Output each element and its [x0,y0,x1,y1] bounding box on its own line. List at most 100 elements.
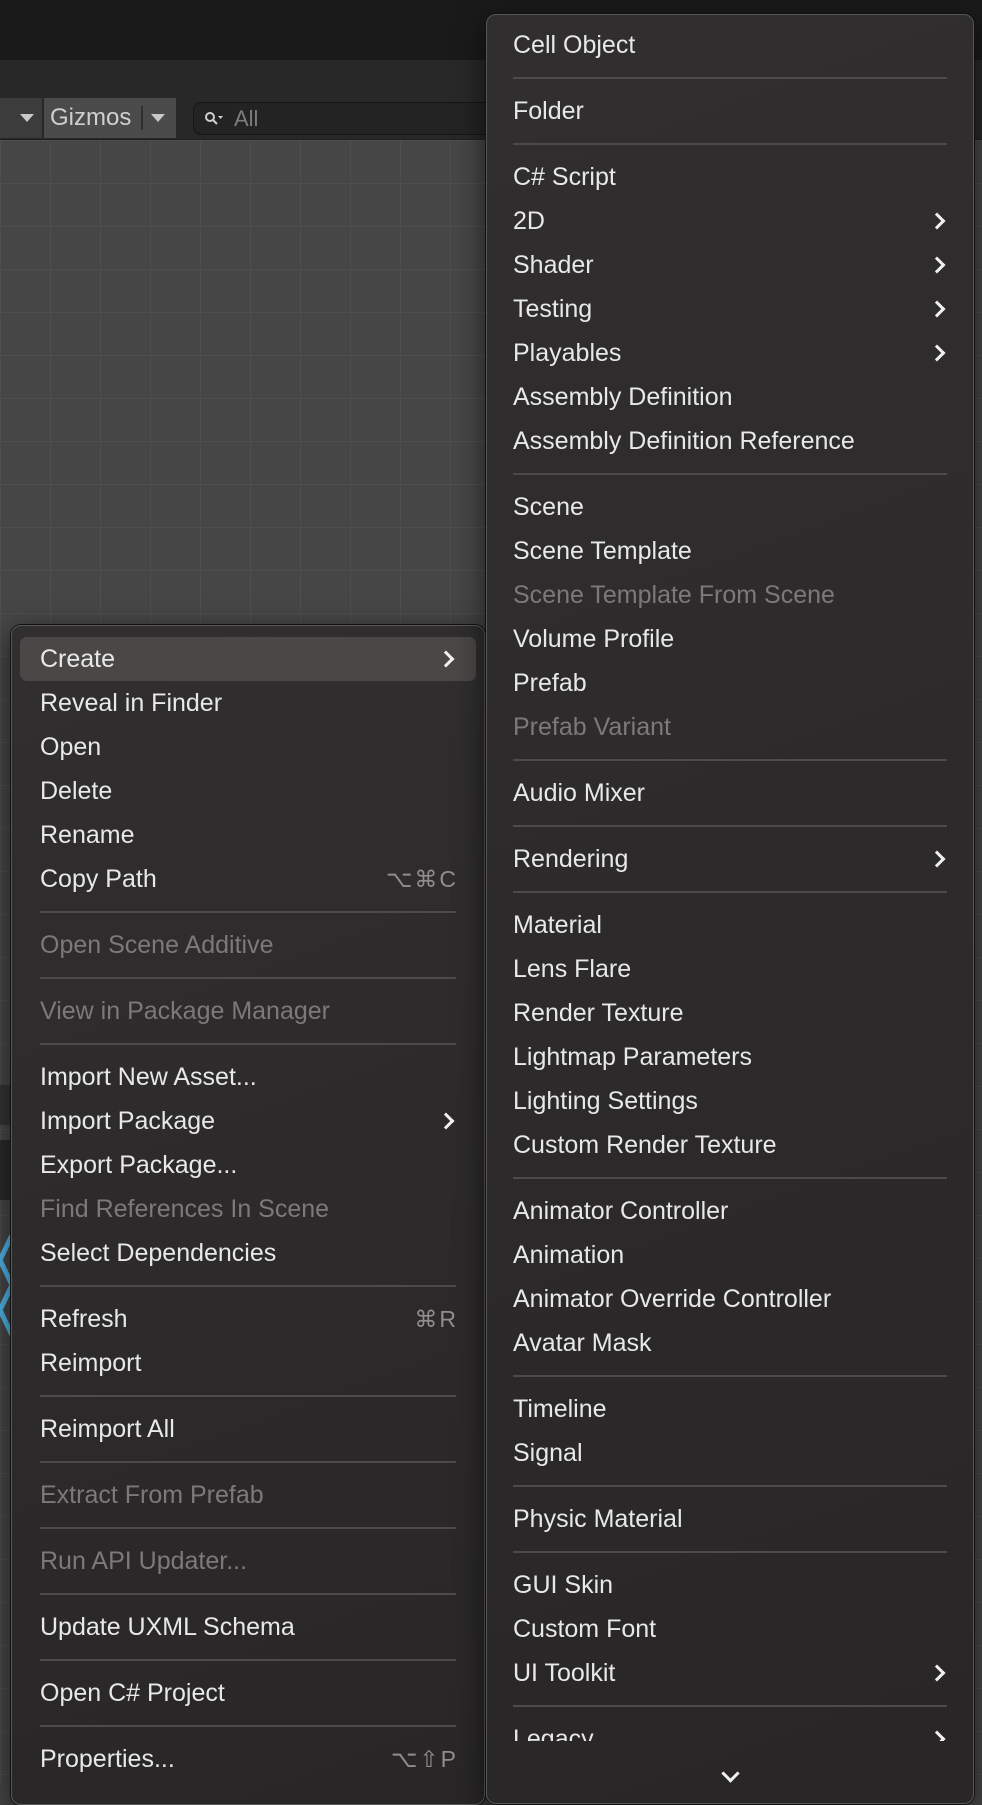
menu-item-rendering[interactable]: Rendering [495,837,965,881]
search-placeholder: All [234,105,259,131]
menu-item-scene[interactable]: Scene [495,485,965,529]
menu-item-import-new-asset[interactable]: Import New Asset... [20,1055,476,1099]
menu-item-label: Delete [40,776,113,805]
menu-item-assembly-definition-reference[interactable]: Assembly Definition Reference [495,419,965,463]
menu-separator [20,967,476,989]
menu-item-label: Avatar Mask [513,1328,652,1357]
menu-item-label: Create [40,644,116,673]
menu-item-label: Rename [40,820,135,849]
menu-item-label: Prefab Variant [513,712,671,741]
menu-item-reveal-in-finder[interactable]: Reveal in Finder [20,681,476,725]
menu-item-lens-flare[interactable]: Lens Flare [495,947,965,991]
menu-item-label: Physic Material [513,1504,683,1533]
menu-item-reimport-all[interactable]: Reimport All [20,1407,476,1451]
menu-item-ui-toolkit[interactable]: UI Toolkit [495,1651,965,1695]
menu-item-avatar-mask[interactable]: Avatar Mask [495,1321,965,1365]
menu-item-open[interactable]: Open [20,725,476,769]
menu-item-folder[interactable]: Folder [495,89,965,133]
menu-item-label: Testing [513,294,593,323]
menu-separator [495,1167,965,1189]
menu-separator [20,1517,476,1539]
menu-item-label: Animator Override Controller [513,1284,832,1313]
menu-item-timeline[interactable]: Timeline [495,1387,965,1431]
menu-item-extract-from-prefab: Extract From Prefab [20,1473,476,1517]
menu-item-prefab[interactable]: Prefab [495,661,965,705]
menu-item-scene-template[interactable]: Scene Template [495,529,965,573]
shortcut-label: ⌥⇧P [390,1745,458,1772]
menu-item-delete[interactable]: Delete [20,769,476,813]
menu-item-label: Assembly Definition Reference [513,426,855,455]
menu-item-open-c-project[interactable]: Open C# Project [20,1671,476,1715]
gizmos-button[interactable]: Gizmos [44,98,176,138]
menu-item-import-package[interactable]: Import Package [20,1099,476,1143]
menu-item-properties[interactable]: Properties... ⌥⇧P [20,1737,476,1781]
menu-item-copy-path[interactable]: Copy Path ⌥⌘C [20,857,476,901]
menu-item-gui-skin[interactable]: GUI Skin [495,1563,965,1607]
menu-item-label: Find References In Scene [40,1194,330,1223]
menu-item-animator-override-controller[interactable]: Animator Override Controller [495,1277,965,1321]
menu-separator [20,1583,476,1605]
menu-item-label: Prefab [513,668,587,697]
shortcut-label: ⌘R [414,1305,458,1332]
menu-item-reimport[interactable]: Reimport [20,1341,476,1385]
menu-separator [20,1649,476,1671]
menu-item-refresh[interactable]: Refresh ⌘R [20,1297,476,1341]
dropdown-arrow-icon[interactable] [151,114,166,122]
search-icon [205,111,223,125]
menu-item-label: Folder [513,96,584,125]
menu-item-lightmap-parameters[interactable]: Lightmap Parameters [495,1035,965,1079]
create-submenu: Cell Object Folder C# Script 2D Shader Testin… [486,14,974,1804]
menu-item-label: Material [513,910,602,939]
menu-item-update-uxml-schema[interactable]: Update UXML Schema [20,1605,476,1649]
menu-item-select-dependencies[interactable]: Select Dependencies [20,1231,476,1275]
menu-item-cell-object[interactable]: Cell Object [495,23,965,67]
menu-item-label: Scene Template [513,536,692,565]
menu-item-material[interactable]: Material [495,903,965,947]
menu-item-playables[interactable]: Playables [495,331,965,375]
search-input[interactable]: All [193,102,513,135]
shortcut-label: ⌥⌘C [385,865,458,892]
menu-item-legacy[interactable]: Legacy [495,1717,965,1741]
menu-item-create[interactable]: Create [20,637,476,681]
menu-item-animation[interactable]: Animation [495,1233,965,1277]
menu-item-label: Properties... [40,1744,175,1773]
menu-item-volume-profile[interactable]: Volume Profile [495,617,965,661]
menu-separator [495,1695,965,1717]
menu-item-open-scene-additive: Open Scene Additive [20,923,476,967]
menu-item-find-references-in-scene: Find References In Scene [20,1187,476,1231]
chevron-right-icon [437,1112,455,1130]
menu-separator [20,1451,476,1473]
menu-item-2d[interactable]: 2D [495,199,965,243]
menu-item-label: Select Dependencies [40,1238,277,1267]
menu-item-rename[interactable]: Rename [20,813,476,857]
menu-item-label: Update UXML Schema [40,1612,295,1641]
menu-item-label: Audio Mixer [513,778,645,807]
menu-item-physic-material[interactable]: Physic Material [495,1497,965,1541]
menu-item-render-texture[interactable]: Render Texture [495,991,965,1035]
menu-item-label: Reimport [40,1348,142,1377]
menu-item-label: Run API Updater... [40,1546,248,1575]
menu-item-export-package[interactable]: Export Package... [20,1143,476,1187]
menu-item-assembly-definition[interactable]: Assembly Definition [495,375,965,419]
menu-item-audio-mixer[interactable]: Audio Mixer [495,771,965,815]
menu-item-label: Cell Object [513,30,636,59]
menu-item-animator-controller[interactable]: Animator Controller [495,1189,965,1233]
menu-item-c-script[interactable]: C# Script [495,155,965,199]
scroll-down-button[interactable] [487,1753,973,1793]
toolbar-dropdown-button[interactable] [0,98,42,138]
menu-item-label: Extract From Prefab [40,1480,264,1509]
menu-item-label: Lens Flare [513,954,632,983]
dropdown-arrow-icon [20,114,34,122]
menu-item-label: Custom Render Texture [513,1130,777,1159]
menu-item-lighting-settings[interactable]: Lighting Settings [495,1079,965,1123]
menu-separator [495,1541,965,1563]
menu-item-label: Import New Asset... [40,1062,257,1091]
chevron-right-icon [928,212,946,230]
menu-item-shader[interactable]: Shader [495,243,965,287]
menu-item-testing[interactable]: Testing [495,287,965,331]
menu-item-custom-font[interactable]: Custom Font [495,1607,965,1651]
menu-item-custom-render-texture[interactable]: Custom Render Texture [495,1123,965,1167]
menu-item-label: Playables [513,338,622,367]
menu-item-signal[interactable]: Signal [495,1431,965,1475]
menu-item-label: Timeline [513,1394,607,1423]
